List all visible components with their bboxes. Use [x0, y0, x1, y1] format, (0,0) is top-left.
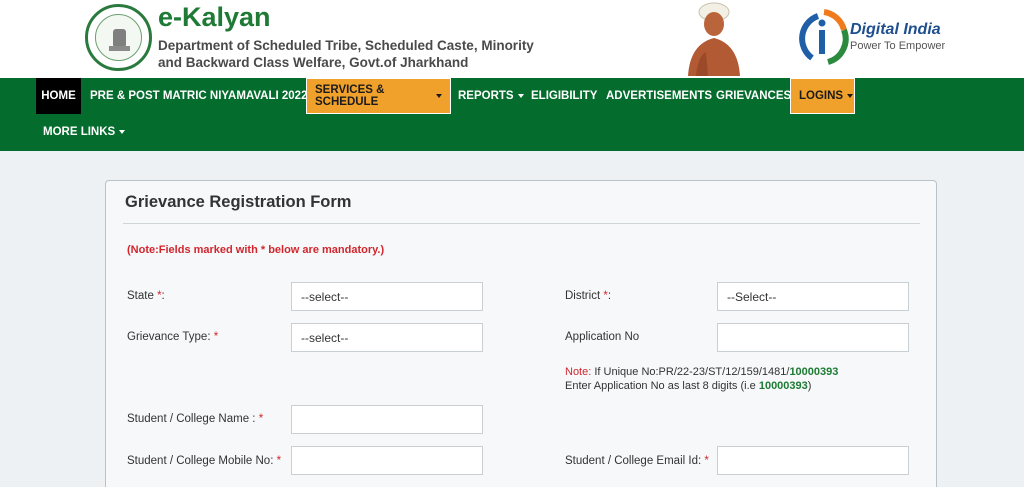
chevron-down-icon: [847, 94, 854, 98]
chevron-down-icon: [436, 94, 442, 98]
grievance-type-label-text: Grievance Type:: [127, 331, 211, 343]
state-select[interactable]: --select--: [291, 282, 483, 311]
nav-advertisements-label: ADVERTISEMENTS: [606, 90, 713, 102]
nav-reports[interactable]: REPORTS: [450, 78, 532, 114]
mandatory-note: (Note:Fields marked with * below are man…: [127, 244, 385, 256]
nav-eligibility[interactable]: ELIGIBILITY: [523, 78, 605, 114]
digital-india-tagline: Power To Empower: [850, 40, 946, 52]
digital-india-title: Digital India: [850, 21, 941, 38]
student-email-input[interactable]: [717, 446, 909, 475]
nav-advertisements[interactable]: ADVERTISEMENTS: [598, 78, 720, 114]
state-select-value: --select--: [301, 289, 349, 304]
department-name: Department of Scheduled Tribe, Scheduled…: [158, 38, 534, 70]
nav-reports-label: REPORTS: [458, 90, 514, 102]
hint-line2-suffix: ): [807, 380, 812, 392]
nav-niyamavali-label: PRE & POST MATRIC NIYAMAVALI 2022: [90, 90, 308, 102]
application-no-input[interactable]: [717, 323, 909, 352]
student-name-label: Student / College Name : *: [127, 413, 263, 425]
leader-portrait-image: [688, 2, 740, 76]
chevron-down-icon: [119, 130, 126, 134]
emblem-base: [109, 46, 130, 51]
hint-line2-number: 10000393: [758, 380, 808, 392]
site-header: e-Kalyan Department of Scheduled Tribe, …: [0, 0, 1024, 78]
jharkhand-emblem-logo[interactable]: [85, 4, 152, 71]
student-mobile-input[interactable]: [291, 446, 483, 475]
district-label-colon: :: [607, 290, 612, 302]
student-email-label: Student / College Email Id: *: [565, 455, 709, 467]
nav-niyamavali[interactable]: PRE & POST MATRIC NIYAMAVALI 2022: [82, 78, 325, 114]
grievance-type-select-value: --select--: [301, 330, 349, 345]
grievance-type-select[interactable]: --select--: [291, 323, 483, 352]
application-no-label: Application No: [565, 331, 640, 343]
nav-more-links-label: MORE LINKS: [43, 126, 116, 138]
nav-services-label: SERVICES & SCHEDULE: [315, 84, 385, 108]
hint-line1-number: 10000393: [789, 366, 839, 378]
nav-logins[interactable]: LOGINS: [790, 78, 855, 114]
district-select-value: --Select--: [727, 289, 777, 304]
application-no-hint-line1: Note: If Unique No:PR/22-23/ST/12/159/14…: [565, 366, 838, 378]
student-name-input[interactable]: [291, 405, 483, 434]
application-no-hint-line2: Enter Application No as last 8 digits (i…: [565, 380, 811, 392]
student-mobile-label-text: Student / College Mobile No:: [127, 455, 274, 467]
nav-logins-label: LOGINS: [799, 90, 844, 102]
nav-grievances-label: GRIEVANCES: [716, 90, 792, 102]
student-name-label-text: Student / College Name :: [127, 413, 256, 425]
student-mobile-label: Student / College Mobile No: *: [127, 455, 281, 467]
district-label: District *:: [565, 290, 611, 302]
nav-home[interactable]: HOME: [36, 78, 81, 114]
lion-capital-icon: [113, 29, 126, 46]
nav-grievances[interactable]: GRIEVANCES: [708, 78, 799, 114]
state-label-text: State: [127, 290, 154, 302]
student-email-label-text: Student / College Email Id:: [565, 455, 702, 467]
form-title-divider: [123, 223, 920, 224]
grievance-type-label: Grievance Type: *: [127, 331, 218, 343]
nav-more-links[interactable]: MORE LINKS: [35, 114, 133, 150]
nav-eligibility-label: ELIGIBILITY: [531, 90, 598, 102]
district-label-text: District: [565, 290, 601, 302]
emblem-inner-ring: [95, 14, 142, 61]
form-title: Grievance Registration Form: [125, 193, 352, 211]
required-mark: *: [704, 455, 709, 467]
required-mark: *: [258, 413, 264, 425]
state-label: State *:: [127, 290, 165, 302]
required-mark: *: [213, 331, 219, 343]
nav-home-label: HOME: [41, 90, 76, 102]
hint-line2-prefix: Enter Application No as last 8 digits (i…: [565, 380, 756, 392]
brand-title[interactable]: e-Kalyan: [158, 2, 271, 33]
state-label-colon: :: [161, 290, 165, 302]
main-nav: HOME PRE & POST MATRIC NIYAMAVALI 2022 S…: [0, 78, 1024, 151]
required-mark: *: [276, 455, 282, 467]
hint-note-word: Note:: [565, 366, 592, 378]
district-select[interactable]: --Select--: [717, 282, 909, 311]
nav-services-schedule[interactable]: SERVICES & SCHEDULE: [306, 78, 451, 114]
hint-line1-prefix: If Unique No:PR/22-23/ST/12/159/1481/: [594, 366, 790, 378]
